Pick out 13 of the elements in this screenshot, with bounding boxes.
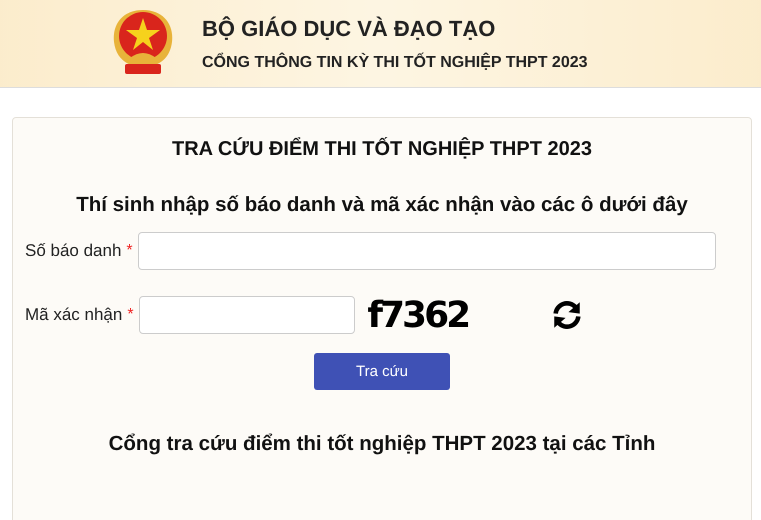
header-subtitle: CỔNG THÔNG TIN KỲ THI TỐT NGHIỆP THPT 2023 [202,54,588,72]
form-heading: TRA CỨU ĐIỂM THI TỐT NGHIỆP THPT 2023 [171,138,593,161]
provinces-heading: Cổng tra cứu điểm thi tốt nghiệp THPT 2023 tại các Tỉnh [108,432,656,456]
captcha-code: f7362 [367,294,468,336]
field-label: Số báo danh [25,241,122,261]
search-button[interactable]: Tra cứu [314,353,450,390]
field-label: Mã xác nhận [25,305,122,325]
header-title: BỘ GIÁO DỤC VÀ ĐẠO TẠO [202,16,496,42]
input-field[interactable] [138,232,716,270]
required-mark: * [126,242,134,260]
form-instruction: Thí sinh nhập số báo danh và mã xác nhận vào các ô dưới đây [75,193,689,217]
required-mark: * [127,306,135,324]
captcha-input-field[interactable] [139,296,356,334]
